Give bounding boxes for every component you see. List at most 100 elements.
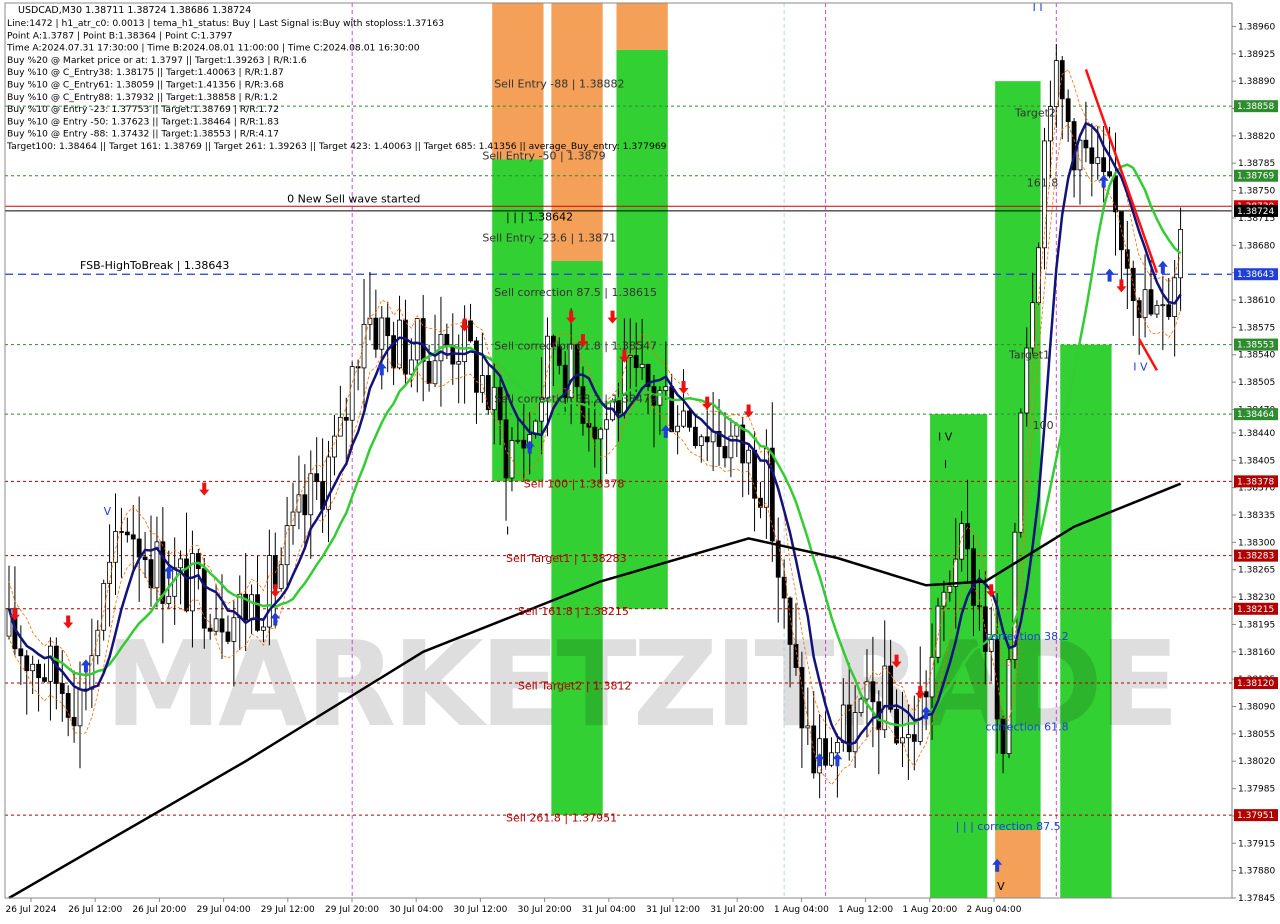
candle-body bbox=[852, 712, 858, 753]
candle-body bbox=[604, 419, 610, 430]
x-tick-label: 26 Jul 2024 bbox=[6, 905, 57, 915]
y-tick-label: 1.38680 bbox=[1238, 241, 1275, 251]
level-price-label: 1.38215 bbox=[1237, 605, 1274, 615]
chart-annotation: 0 New Sell wave started bbox=[287, 192, 420, 205]
chart-annotation: I V bbox=[938, 431, 953, 444]
candle-body bbox=[1059, 60, 1065, 100]
chart-annotation: I V bbox=[1133, 360, 1148, 373]
x-tick-label: 31 Jul 12:00 bbox=[646, 905, 700, 915]
candle-body bbox=[136, 538, 142, 558]
candle-body bbox=[858, 698, 864, 714]
candle-body bbox=[166, 595, 172, 604]
info-line: Buy %10 @ C_Entry38: 1.38175 || Target:1… bbox=[7, 67, 284, 78]
sell-arrow-icon bbox=[607, 310, 618, 324]
candle-body bbox=[698, 436, 704, 447]
candle-body bbox=[178, 558, 183, 569]
candle-body bbox=[681, 410, 686, 427]
candle-body bbox=[663, 386, 669, 392]
buy-arrow-icon bbox=[1098, 174, 1109, 188]
chart-annotation: correction 61.8 bbox=[985, 721, 1068, 734]
y-tick-label: 1.38610 bbox=[1238, 296, 1275, 306]
chart-annotation: V bbox=[997, 880, 1005, 893]
candle-body bbox=[18, 648, 24, 657]
chart: MARKETZITRADE Sell Entry -88 | 1.38882 Se… bbox=[0, 0, 1280, 920]
candle-body bbox=[823, 738, 828, 766]
candle-body bbox=[1018, 412, 1024, 533]
candle-body bbox=[752, 449, 757, 499]
x-tick-label: 1 Aug 20:00 bbox=[902, 905, 957, 915]
candle-body bbox=[799, 667, 805, 729]
candle-body bbox=[1101, 157, 1107, 173]
candle-body bbox=[1095, 157, 1101, 164]
y-tick-label: 1.38925 bbox=[1238, 50, 1275, 60]
y-tick-label: 1.38195 bbox=[1238, 620, 1275, 630]
x-tick-label: 30 Jul 20:00 bbox=[518, 905, 572, 915]
buy-arrow-icon bbox=[80, 659, 91, 673]
chart-annotation: Sell Target1 | 1.38283 bbox=[506, 552, 627, 565]
x-tick-label: 2 Aug 04:00 bbox=[967, 905, 1022, 915]
x-tick-label: 26 Jul 20:00 bbox=[132, 905, 186, 915]
chart-annotation: Sell 161.8 | 1.38215 bbox=[518, 605, 629, 618]
y-tick-label: 1.38820 bbox=[1238, 132, 1275, 142]
level-price-label: 1.38464 bbox=[1237, 410, 1274, 420]
info-line: Time A:2024.07.31 17:30:00 | Time B:2024… bbox=[6, 43, 420, 54]
candle-body bbox=[444, 333, 450, 346]
candle-body bbox=[195, 553, 201, 570]
level-price-label: 1.38769 bbox=[1237, 172, 1274, 182]
chart-title: USDCAD,M30 1.38711 1.38724 1.38686 1.387… bbox=[18, 5, 251, 16]
candle-body bbox=[207, 627, 213, 632]
candle-body bbox=[911, 734, 917, 742]
candle-body bbox=[763, 447, 769, 508]
y-tick-label: 1.38785 bbox=[1238, 159, 1275, 169]
chart-annotation: Sell Target2 | 1.3812 bbox=[518, 679, 632, 692]
candle-body bbox=[1166, 304, 1172, 317]
candle-body bbox=[414, 318, 420, 361]
chart-annotation: | | | correction 87.5 bbox=[956, 820, 1061, 833]
info-line: Buy %10 @ Entry -50: 1.37623 || Target:1… bbox=[7, 116, 279, 127]
info-line: Buy %20 @ Market price or at: 1.3797 || … bbox=[7, 55, 307, 66]
candle-body bbox=[1124, 249, 1130, 269]
info-line: Buy %10 @ C_Entry61: 1.38059 || Target:1… bbox=[7, 80, 284, 91]
candle-body bbox=[1148, 289, 1154, 315]
candle-body bbox=[1107, 171, 1112, 177]
level-price-label: 1.38553 bbox=[1237, 341, 1274, 351]
level-price-label: 1.38378 bbox=[1237, 477, 1274, 487]
candle-body bbox=[633, 355, 639, 369]
candle-body bbox=[48, 645, 53, 682]
chart-annotation: correction 38.2 bbox=[985, 630, 1068, 643]
candle-body bbox=[225, 631, 231, 642]
candle-body bbox=[142, 556, 148, 561]
chart-annotation: FSB-HighToBreak | 1.38643 bbox=[80, 259, 229, 272]
x-tick-label: 29 Jul 04:00 bbox=[197, 905, 251, 915]
y-tick-label: 1.37880 bbox=[1238, 867, 1275, 877]
candle-body bbox=[935, 605, 941, 658]
candle-body bbox=[1053, 60, 1059, 107]
x-tick-label: 26 Jul 12:00 bbox=[68, 905, 122, 915]
candle-body bbox=[30, 663, 36, 672]
buy-arrow-icon bbox=[814, 753, 825, 767]
x-tick-label: 30 Jul 04:00 bbox=[389, 905, 443, 915]
candle-body bbox=[515, 439, 521, 442]
candle-body bbox=[923, 691, 929, 698]
buy-arrow-icon bbox=[832, 753, 843, 767]
candle-body bbox=[379, 317, 385, 350]
x-tick-label: 29 Jul 20:00 bbox=[325, 905, 379, 915]
candle-body bbox=[36, 663, 41, 679]
chart-annotation: I bbox=[944, 458, 947, 471]
candle-body bbox=[296, 494, 302, 513]
chart-annotation: 161.8 bbox=[1027, 177, 1059, 190]
candle-body bbox=[420, 318, 426, 362]
level-price-label: 1.38120 bbox=[1237, 679, 1274, 689]
chart-annotation: Sell Entry -88 | 1.38882 bbox=[494, 77, 624, 90]
price-chart-svg: MARKETZITRADE Sell Entry -88 | 1.38882Se… bbox=[4, 1, 1278, 915]
x-tick-label: 31 Jul 20:00 bbox=[710, 905, 764, 915]
candle-body bbox=[1160, 304, 1166, 307]
y-tick-label: 1.38540 bbox=[1238, 351, 1275, 361]
chart-annotation: Sell correction 87.5 | 1.38615 bbox=[494, 286, 657, 299]
candle-body bbox=[840, 704, 846, 743]
y-tick-label: 1.38300 bbox=[1238, 538, 1275, 548]
candle-body bbox=[308, 473, 314, 516]
y-tick-label: 1.38575 bbox=[1238, 323, 1275, 333]
info-line: Target100: 1.38464 || Target 161: 1.3876… bbox=[6, 141, 667, 152]
x-tick-label: 1 Aug 12:00 bbox=[838, 905, 893, 915]
